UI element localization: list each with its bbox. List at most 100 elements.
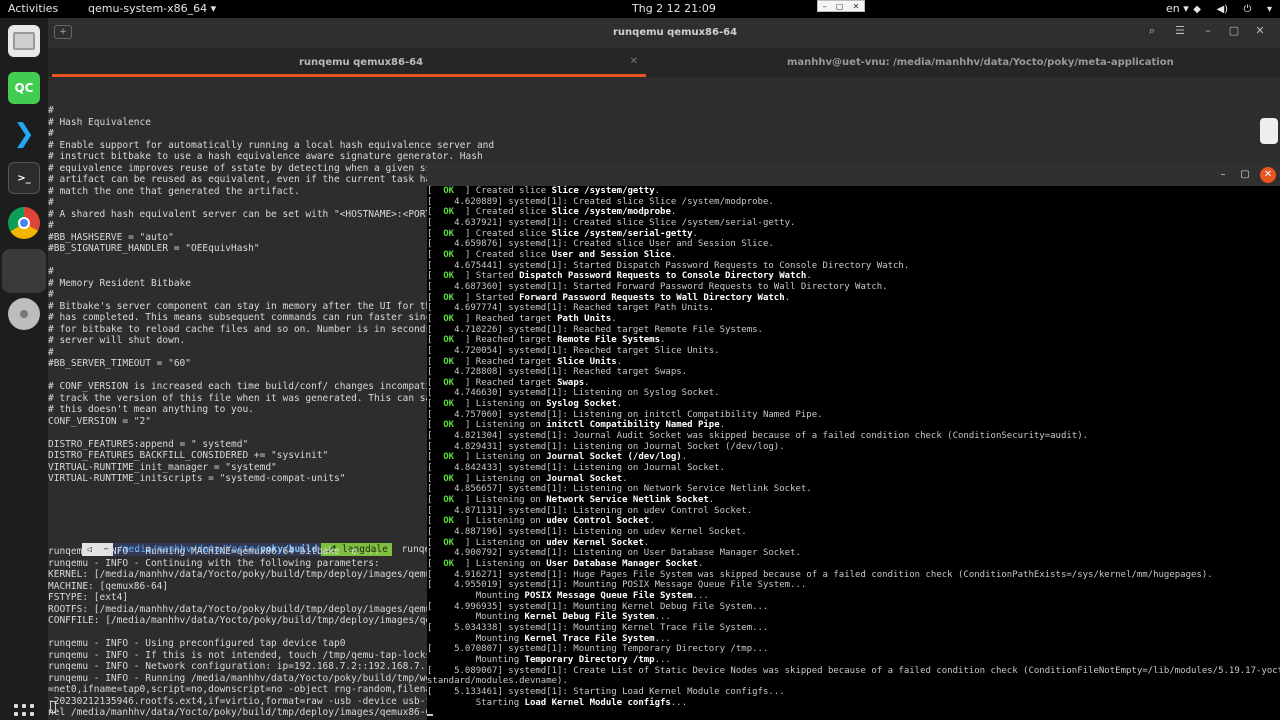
app-menu-label: qemu-system-x86_64 (88, 2, 208, 15)
config-line: # Hash Equivalence (48, 116, 151, 128)
log-unit: Remote File Systems (557, 335, 661, 346)
search-icon[interactable]: ⌕ (1142, 24, 1162, 42)
log-line: [ 4.728808] systemd[1]: Reached target S… (427, 367, 1280, 378)
maximize-icon[interactable]: ▢ (1224, 24, 1244, 42)
log-prefix: [ 4.916271] systemd[1]: Huge Pages File … (427, 569, 1213, 580)
log-message: ] Listening on (454, 399, 547, 410)
log-line: Mounting Kernel Debug File System... (427, 612, 1280, 623)
new-tab-button[interactable]: + (54, 25, 72, 39)
log-line: Starting Load Kernel Module configfs... (427, 698, 1280, 709)
app-menu[interactable]: qemu-system-x86_64 ▾ (88, 2, 216, 15)
log-suffix: . (692, 228, 698, 239)
maximize-icon[interactable]: ▢ (836, 2, 844, 11)
close-icon[interactable]: ✕ (853, 2, 860, 11)
log-prefix: Mounting (427, 590, 525, 601)
disc-icon[interactable] (8, 298, 40, 330)
log-unit: Dispatch Password Requests to Console Di… (519, 271, 807, 282)
tab-runqemu[interactable]: runqemu qemux86-64 ✕ (52, 48, 646, 77)
close-icon[interactable]: ✕ (1250, 24, 1270, 42)
log-unit: User Database Manager Socket (546, 558, 698, 569)
power-icon: ⏻ (1243, 4, 1252, 15)
mouse-pointer-icon: ➤ (586, 404, 595, 415)
console-cursor (427, 714, 433, 716)
minimize-icon[interactable]: – (1215, 167, 1231, 183)
log-line: Mounting POSIX Message Queue File System… (427, 591, 1280, 602)
terminal-icon[interactable]: >_ (8, 162, 40, 194)
log-prefix: [ (427, 207, 444, 218)
log-line: standard/modules.devname). (427, 676, 1280, 687)
qemu-titlebar[interactable]: – ▢ ✕ (427, 163, 1280, 186)
log-status: OK (443, 558, 455, 569)
log-message: ] Started (454, 271, 520, 282)
log-suffix: ... (670, 697, 688, 708)
log-line: [ OK ] Listening on Syslog Socket. (427, 399, 1280, 410)
log-line: [ 4.620889] systemd[1]: Created slice Sl… (427, 197, 1280, 208)
qemu-icon[interactable] (2, 249, 46, 293)
log-prefix: [ 4.955019] systemd[1]: Mounting POSIX M… (427, 580, 807, 591)
log-message: ] Created slice (454, 249, 552, 260)
log-prefix: [ (427, 473, 444, 484)
system-status-area[interactable]: ◆ ◀) ⏻ ▾ (1181, 2, 1272, 15)
menu-icon[interactable]: ☰ (1170, 24, 1190, 42)
show-apps-icon[interactable] (14, 704, 34, 720)
log-line: [ 4.675441] systemd[1]: Started Dispatch… (427, 261, 1280, 272)
log-message: ] Created slice (454, 228, 552, 239)
log-prefix: [ (427, 313, 444, 324)
log-unit: Journal Socket (546, 473, 623, 484)
minimize-icon[interactable]: – (823, 2, 827, 11)
clock[interactable]: Thg 2 12 21:09 (632, 2, 716, 15)
log-status: OK (443, 399, 455, 410)
chrome-icon[interactable] (8, 207, 40, 239)
log-line: [ 4.637921] systemd[1]: Created slice Sl… (427, 218, 1280, 229)
accessibility-icon[interactable] (1260, 118, 1278, 144)
log-suffix: . (622, 473, 628, 484)
tab-meta-application[interactable]: manhhv@uet-vnu: /media/manhhv/data/Yocto… (646, 48, 1278, 77)
maximize-icon[interactable]: ▢ (1237, 167, 1253, 183)
log-prefix: [ (427, 516, 444, 527)
log-prefix: [ (427, 186, 444, 196)
log-prefix: [ 4.637921] systemd[1]: Created slice Sl… (427, 217, 796, 228)
log-prefix: [ 4.675441] systemd[1]: Started Dispatch… (427, 260, 910, 271)
log-status: OK (443, 516, 455, 527)
floating-window-controls[interactable]: – ▢ ✕ (817, 0, 865, 12)
log-prefix: Mounting (427, 654, 525, 665)
log-message: ] Listening on (454, 537, 547, 548)
log-prefix: [ (427, 558, 444, 569)
log-line: [ 4.842433] systemd[1]: Listening on Jou… (427, 463, 1280, 474)
log-prefix: [ (427, 452, 444, 463)
vscode-icon[interactable]: ❯ (8, 118, 40, 150)
files-icon[interactable] (8, 25, 40, 57)
log-line: [ 5.070807] systemd[1]: Mounting Tempora… (427, 644, 1280, 655)
config-line: # Enable support for automatically runni… (48, 139, 495, 151)
log-suffix: . (681, 452, 688, 463)
qemu-console[interactable]: [ OK ] Created slice Slice /system/getty… (427, 186, 1280, 720)
qemu-window: – ▢ ✕ [ OK ] Created slice Slice /system… (427, 163, 1280, 720)
log-line: [ 4.829431] systemd[1]: Listening on Jou… (427, 442, 1280, 453)
log-line: [ OK ] Listening on Network Service Netl… (427, 495, 1280, 506)
log-prefix: [ (427, 356, 444, 367)
qt-creator-icon[interactable]: QC (8, 72, 40, 104)
log-line: [ 4.697774] systemd[1]: Reached target P… (427, 303, 1280, 314)
log-status: OK (443, 186, 455, 196)
log-message: ] Listening on (454, 558, 547, 569)
log-suffix: . (670, 207, 677, 218)
log-prefix: [ 4.746630] systemd[1]: Listening on Sys… (427, 388, 720, 399)
log-line: [ 4.821304] systemd[1]: Journal Audit So… (427, 431, 1280, 442)
log-prefix: standard/modules.devname). (427, 676, 568, 687)
tab-label: runqemu qemux86-64 (299, 57, 424, 68)
log-prefix: [ 5.034338] systemd[1]: Mounting Kernel … (427, 622, 769, 633)
log-line: Mounting Temporary Directory /tmp... (427, 655, 1280, 666)
log-status: OK (443, 356, 455, 367)
close-icon[interactable]: ✕ (1260, 167, 1276, 183)
log-unit: initctl Compatibility Named Pipe (546, 420, 720, 431)
activities-button[interactable]: Activities (8, 2, 58, 15)
log-suffix: . (584, 377, 590, 388)
minimize-icon[interactable]: – (1198, 24, 1218, 42)
log-message: ] Reached target (454, 335, 558, 346)
log-message: ] Listening on (454, 473, 547, 484)
log-line: [ OK ] Listening on udev Control Socket. (427, 516, 1280, 527)
tab-close-icon[interactable]: ✕ (630, 56, 638, 67)
log-prefix: [ (427, 495, 444, 506)
log-line: [ OK ] Reached target Remote File System… (427, 335, 1280, 346)
log-suffix: ... (654, 612, 671, 623)
